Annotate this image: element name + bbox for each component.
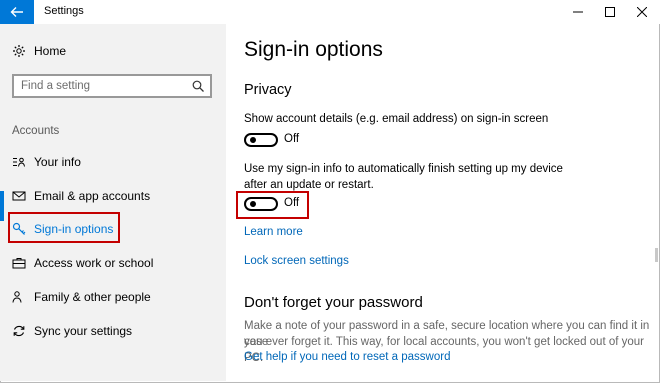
sidebar-item-work-school[interactable]: Access work or school xyxy=(0,252,226,276)
sidebar-item-family[interactable]: Family & other people xyxy=(0,286,226,310)
people-icon xyxy=(12,291,25,303)
person-card-icon xyxy=(13,157,25,167)
reset-password-help-link[interactable]: Get help if you need to reset a password xyxy=(244,351,450,363)
minimize-button[interactable] xyxy=(562,0,594,24)
sidebar-item-your-info[interactable]: Your info xyxy=(0,151,226,175)
window-title: Settings xyxy=(44,5,84,17)
back-button[interactable] xyxy=(0,0,34,24)
search-input[interactable]: Find a setting xyxy=(12,74,212,98)
scrollbar-thumb[interactable] xyxy=(655,248,658,262)
maximize-button[interactable] xyxy=(594,0,626,24)
sidebar-item-home[interactable]: Home xyxy=(0,40,226,64)
search-icon xyxy=(192,80,204,92)
sidebar-item-label: Email & app accounts xyxy=(34,189,151,203)
sidebar-item-sync[interactable]: Sync your settings xyxy=(0,320,226,344)
minimize-icon xyxy=(573,11,583,13)
sidebar-item-label: Access work or school xyxy=(34,256,154,270)
account-details-description: Show account details (e.g. email address… xyxy=(244,113,549,125)
account-details-toggle[interactable] xyxy=(244,133,278,147)
close-button[interactable] xyxy=(626,0,658,24)
toggle-state-label: Off xyxy=(284,133,300,145)
sidebar-item-label: Family & other people xyxy=(34,290,151,304)
sidebar-item-label: Your info xyxy=(34,155,81,169)
briefcase-icon xyxy=(12,258,26,269)
close-icon xyxy=(637,7,647,17)
sync-icon xyxy=(13,325,25,337)
auto-setup-description-line1: Use my sign-in info to automatically fin… xyxy=(244,163,563,175)
back-arrow-icon xyxy=(10,7,23,17)
envelope-icon xyxy=(12,191,26,201)
learn-more-link[interactable]: Learn more xyxy=(244,226,303,238)
password-heading: Don't forget your password xyxy=(244,294,423,311)
lock-screen-settings-link[interactable]: Lock screen settings xyxy=(244,255,349,267)
selection-indicator xyxy=(0,191,4,221)
sidebar-item-label: Home xyxy=(34,44,67,58)
maximize-icon xyxy=(605,7,615,17)
gear-icon xyxy=(13,45,25,57)
highlight-box xyxy=(8,212,120,243)
privacy-heading: Privacy xyxy=(244,82,292,98)
section-label: Accounts xyxy=(12,125,60,137)
title-bar: Settings xyxy=(0,0,660,24)
search-placeholder: Find a setting xyxy=(21,80,91,92)
sidebar: Home Find a setting Accounts Your info E… xyxy=(0,24,226,381)
toggle-knob xyxy=(250,137,256,143)
sidebar-item-label: Sync your settings xyxy=(34,324,133,338)
page-title: Sign-in options xyxy=(244,38,383,61)
highlight-box xyxy=(236,191,309,219)
sidebar-item-email[interactable]: Email & app accounts xyxy=(0,185,226,209)
